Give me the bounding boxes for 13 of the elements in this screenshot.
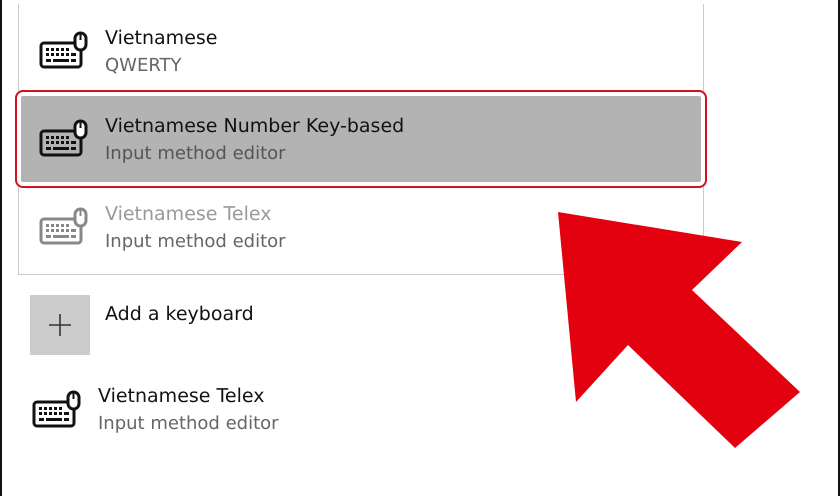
keyboard-name: Vietnamese: [105, 26, 218, 48]
keyboard-type: Input method editor: [98, 413, 279, 434]
keyboard-name: Vietnamese Telex: [98, 385, 266, 407]
keyboard-name: Vietnamese Number Key-based: [105, 114, 404, 136]
plus-icon: [48, 313, 72, 337]
keyboard-type: QWERTY: [105, 54, 183, 76]
keyboard-name: Vietnamese Telex: [105, 202, 272, 224]
keyboard-type: Input method editor: [105, 142, 287, 164]
add-button[interactable]: [30, 295, 90, 355]
add-keyboard-label[interactable]: Add a keyboard: [105, 303, 254, 325]
keyboard-option[interactable]: Vietnamese QWERTY: [21, 8, 701, 94]
keyboard-option[interactable]: Vietnamese Number Key-based Input method editor: [21, 96, 701, 182]
keyboard-type: Input method editor: [105, 230, 286, 252]
